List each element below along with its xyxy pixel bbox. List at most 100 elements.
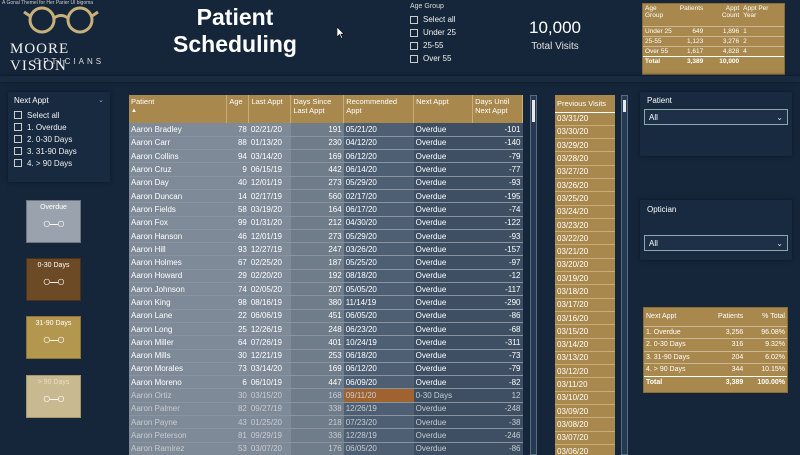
age-option-25-55[interactable]: 25-55	[410, 39, 489, 52]
table-cell: 12	[472, 388, 523, 403]
table-row[interactable]: Aaron Miller 64 07/26/19 401 10/24/19 Overdue…	[129, 335, 523, 350]
table-row[interactable]: Aaron Day 40 12/01/19 273 05/29/20 Overdue -93	[129, 176, 523, 190]
table-row[interactable]: Aaron Moreno 6 06/10/19 447 06/09/20 Overdue -…	[129, 375, 523, 390]
last-appt-col-header[interactable]: Last Appt	[248, 95, 292, 123]
checkbox[interactable]	[14, 147, 22, 155]
table-row[interactable]: Aaron Collins 94 03/14/20 169 06/12/20 Overdu…	[129, 149, 523, 164]
table-row[interactable]: Aaron Duncan 14 02/17/19 560 02/17/20 Overdue…	[129, 189, 523, 204]
list-item[interactable]: 03/26/20	[555, 178, 615, 193]
patient-dropdown[interactable]: All ⌄	[644, 109, 788, 125]
table-row[interactable]: Aaron Johnson 74 02/05/20 207 05/05/20 Overdu…	[129, 282, 523, 297]
next-option-0-30[interactable]: 2. 0-30 Days	[14, 133, 104, 145]
list-item[interactable]: 03/06/20	[555, 444, 615, 455]
list-item[interactable]: 03/15/20	[555, 324, 615, 339]
list-item[interactable]: 03/21/20	[555, 244, 615, 259]
list-item[interactable]: 03/18/20	[555, 284, 615, 299]
table-cell: Aaron Holmes	[129, 255, 227, 270]
table-row[interactable]: Aaron Ramirez 53 03/07/20 176 06/05/20 Overdu…	[129, 442, 523, 455]
list-item[interactable]: 03/31/20	[555, 112, 615, 126]
patients-col-header[interactable]: Patients	[678, 4, 706, 26]
table-cell: 14	[226, 189, 249, 204]
scroll-thumb[interactable]	[623, 100, 626, 112]
tile-over-90-days[interactable]: > 90 Days ○–○	[26, 375, 81, 418]
age-col-header[interactable]: Age	[226, 95, 250, 123]
table-row[interactable]: Aaron Cruz 9 06/15/19 442 06/14/20 Overdue -77	[129, 162, 523, 177]
table-row[interactable]: Aaron Lane 22 06/06/19 451 06/05/20 Overdue -8…	[129, 309, 523, 323]
pct-total-col-header[interactable]: % Total	[745, 308, 787, 326]
age-option-select-all[interactable]: Select all	[410, 13, 489, 26]
list-item[interactable]: 03/11/20	[555, 377, 615, 392]
table-row[interactable]: Aaron Hill 93 12/27/19 247 03/26/20 Overdue -1…	[129, 242, 523, 257]
table-row[interactable]: Aaron Bradley 78 02/21/20 191 05/21/20 Overdu…	[129, 123, 523, 137]
next-option-select-all[interactable]: Select all	[14, 109, 104, 121]
days-since-col-header[interactable]: Days Since Last Appt	[290, 95, 345, 123]
table-row[interactable]: Aaron Peterson 81 09/29/19 336 12/28/19 Overd…	[129, 428, 523, 443]
patients-col-header[interactable]: Patients	[707, 308, 746, 326]
list-item[interactable]: 03/10/20	[555, 391, 615, 406]
checkbox[interactable]	[14, 123, 22, 131]
next-appt-col-header[interactable]: Next Appt	[644, 308, 707, 326]
main-table-scrollbar[interactable]	[530, 95, 537, 455]
list-item[interactable]: 03/25/20	[555, 191, 615, 206]
table-row[interactable]: Aaron King 98 08/16/19 380 11/14/19 Overdue -2…	[129, 295, 523, 310]
list-item[interactable]: 03/29/20	[555, 138, 615, 153]
previous-visits-header[interactable]: Previous Visits	[555, 95, 615, 113]
appt-count-col-header[interactable]: Appt Count	[705, 4, 741, 26]
checkbox[interactable]	[410, 54, 418, 63]
patient-col-header[interactable]: Patient ▲	[129, 95, 228, 123]
optician-dropdown[interactable]: All ⌄	[644, 235, 788, 251]
list-item[interactable]: 03/14/20	[555, 338, 615, 352]
list-item[interactable]: 03/30/20	[555, 125, 615, 140]
next-option-31-90[interactable]: 3. 31-90 Days	[14, 145, 104, 157]
table-row[interactable]: Aaron Hanson 46 12/01/19 273 05/29/20 Overdue…	[129, 229, 523, 244]
days-until-col-header[interactable]: Days Until Next Appt	[472, 95, 523, 123]
checkbox[interactable]	[14, 159, 22, 167]
table-row[interactable]: Aaron Ortiz 30 03/15/20 168 09/11/20 0-30 Day…	[129, 388, 523, 403]
table-row[interactable]: Aaron Long 25 12/26/19 248 06/23/20 Overdue -6…	[129, 322, 523, 337]
age-option-over-55[interactable]: Over 55	[410, 52, 489, 65]
table-row[interactable]: Aaron Howard 29 02/20/20 192 08/18/20 Overdue…	[129, 269, 523, 284]
next-option-over-90[interactable]: 4. > 90 Days	[14, 157, 104, 169]
appt-per-year-col-header[interactable]: Appt Per Year	[741, 4, 784, 26]
table-row[interactable]: Aaron Palmer 82 09/27/19 338 12/26/19 Overdue…	[129, 402, 523, 417]
table-row[interactable]: Aaron Mills 30 12/21/19 253 06/18/20 Overdue -…	[129, 349, 523, 363]
sort-asc-icon[interactable]: ▲	[131, 108, 224, 114]
checkbox[interactable]	[410, 41, 418, 50]
checkbox[interactable]	[14, 135, 22, 143]
table-row[interactable]: Aaron Payne 43 01/25/20 218 07/23/20 Overdue -…	[129, 415, 523, 430]
list-item[interactable]: 03/17/20	[555, 298, 615, 312]
list-item[interactable]: 03/27/20	[555, 165, 615, 179]
list-item[interactable]: 03/07/20	[555, 431, 615, 445]
list-item[interactable]: 03/13/20	[555, 351, 615, 366]
previous-visits-scrollbar[interactable]	[621, 95, 628, 455]
checkbox[interactable]	[410, 28, 418, 37]
next-option-overdue[interactable]: 1. Overdue	[14, 121, 104, 133]
tile-overdue[interactable]: Overdue ○–○	[26, 200, 81, 243]
list-item[interactable]: 03/08/20	[555, 417, 615, 432]
table-row[interactable]: Aaron Morales 73 03/14/20 169 06/12/20 Overdu…	[129, 362, 523, 377]
table-row[interactable]: Aaron Fields 58 03/19/20 164 06/17/20 Overdue…	[129, 202, 523, 217]
table-row[interactable]: Aaron Holmes 67 02/25/20 187 05/25/20 Overdue…	[129, 255, 523, 270]
table-row[interactable]: Aaron Carr 88 01/13/20 230 04/12/20 Overdue -1…	[129, 136, 523, 151]
list-item[interactable]: 03/09/20	[555, 404, 615, 419]
list-item[interactable]: 03/28/20	[555, 151, 615, 166]
list-item[interactable]: 03/19/20	[555, 271, 615, 286]
table-row: 2. 0-30 Days 316 9.32%	[644, 338, 787, 351]
tile-31-90-days[interactable]: 31-90 Days ○–○	[26, 316, 81, 359]
checkbox[interactable]	[410, 15, 418, 24]
list-item[interactable]: 03/22/20	[555, 231, 615, 246]
table-row[interactable]: Aaron Fox 99 01/31/20 212 04/30/20 Overdue -12…	[129, 216, 523, 230]
chevron-down-icon[interactable]: ⌄	[98, 96, 104, 104]
checkbox[interactable]	[14, 111, 22, 119]
list-item[interactable]: 03/16/20	[555, 311, 615, 326]
list-item[interactable]: 03/24/20	[555, 205, 615, 219]
recommended-col-header[interactable]: Recommended Appt	[343, 95, 415, 123]
list-item[interactable]: 03/23/20	[555, 218, 615, 233]
list-item[interactable]: 03/12/20	[555, 364, 615, 379]
age-col-header[interactable]: Age Group	[643, 4, 678, 26]
next-appt-col-header[interactable]: Next Appt	[413, 95, 474, 123]
tile-0-30-days[interactable]: 0-30 Days ○–○	[26, 258, 81, 301]
age-option-under-25[interactable]: Under 25	[410, 26, 489, 39]
scroll-thumb[interactable]	[532, 100, 535, 122]
list-item[interactable]: 03/20/20	[555, 258, 615, 273]
